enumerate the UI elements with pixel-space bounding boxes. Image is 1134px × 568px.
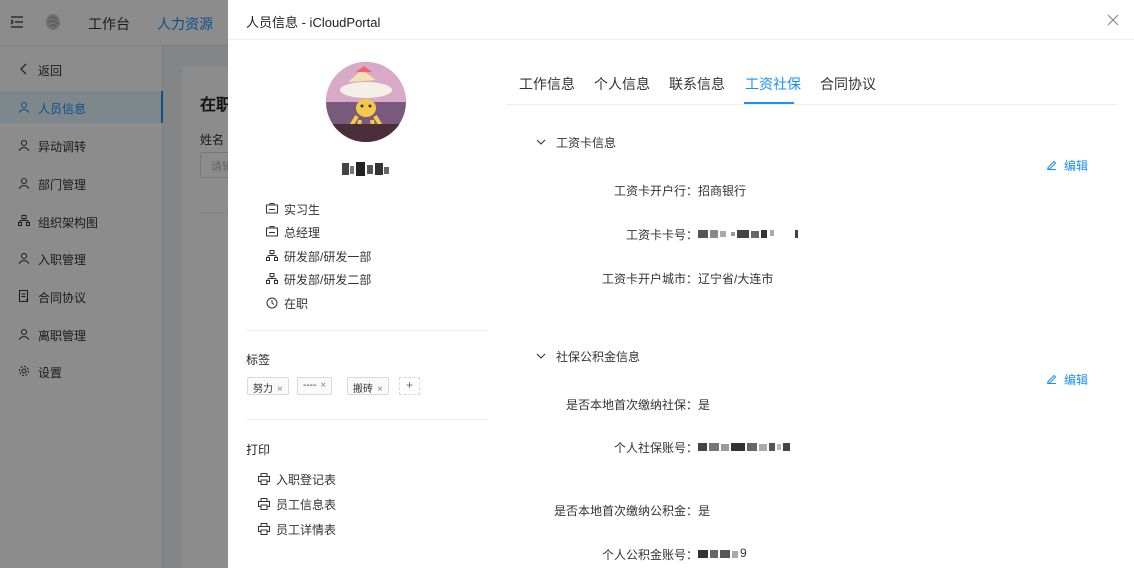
field-value: 辽宁省/大连市 bbox=[698, 272, 774, 286]
add-tag-button[interactable]: + bbox=[399, 377, 420, 395]
department-text: 研发部/研发二部 bbox=[284, 273, 372, 287]
redacted-card-number bbox=[698, 230, 798, 238]
position-text: 实习生 bbox=[284, 203, 321, 217]
tab-salary-social[interactable]: 工资社保 bbox=[745, 74, 801, 94]
title-text: 总经理 bbox=[284, 226, 321, 240]
tab-bar: 工作信息 个人信息 联系信息 工资社保 合同协议 bbox=[506, 62, 1117, 105]
field-label: 工资卡卡号： bbox=[625, 228, 698, 242]
tag[interactable]: 搬砖 × bbox=[347, 377, 389, 395]
section-title: 工资卡信息 bbox=[556, 136, 617, 150]
field-label: 是否本地首次缴纳社保： bbox=[565, 398, 698, 412]
edit-icon bbox=[1047, 160, 1057, 170]
status-text: 在职 bbox=[284, 297, 309, 311]
section-title: 社保公积金信息 bbox=[556, 350, 641, 364]
drawer-title: 人员信息 - iCloudPortal bbox=[246, 15, 381, 30]
edit-label: 编辑 bbox=[1064, 159, 1089, 173]
org-chart-icon bbox=[266, 250, 278, 261]
id-card-icon bbox=[266, 203, 278, 214]
tag-text: 搬砖 bbox=[353, 384, 373, 395]
employee-name-redacted bbox=[342, 162, 389, 176]
field-value: 9 bbox=[740, 546, 747, 560]
divider bbox=[246, 419, 488, 420]
print-label: 打印 bbox=[246, 443, 271, 457]
printer-icon bbox=[258, 498, 270, 510]
department-text: 研发部/研发一部 bbox=[284, 250, 372, 264]
field-value: 招商银行 bbox=[698, 184, 747, 198]
clock-icon bbox=[266, 297, 278, 309]
tags-label: 标签 bbox=[246, 353, 271, 367]
print-item-label: 员工详情表 bbox=[276, 523, 337, 537]
tag-text: 努力 bbox=[253, 384, 273, 395]
tab-personal-info[interactable]: 个人信息 bbox=[594, 74, 650, 94]
field-label: 工资卡开户城市： bbox=[601, 272, 698, 286]
field-label: 个人社保账号： bbox=[613, 441, 698, 455]
close-icon[interactable]: × bbox=[277, 384, 283, 395]
printer-icon bbox=[258, 473, 270, 485]
close-icon[interactable] bbox=[1106, 13, 1120, 27]
tag[interactable]: ---- × bbox=[297, 377, 333, 395]
printer-icon bbox=[258, 523, 270, 535]
divider bbox=[246, 330, 488, 331]
personnel-drawer: 人员信息 - iCloudPortal 实习生 总经理 研发部/研发一部 研发部… bbox=[228, 0, 1134, 568]
drawer-header: 人员信息 - iCloudPortal bbox=[228, 0, 1134, 40]
field-label: 工资卡开户行： bbox=[613, 184, 698, 198]
print-item-label: 员工信息表 bbox=[276, 498, 337, 512]
id-card-icon bbox=[266, 226, 278, 237]
field-label: 个人公积金账号： bbox=[601, 548, 698, 562]
field-value: 是 bbox=[698, 398, 711, 412]
field-label: 是否本地首次缴纳公积金： bbox=[553, 504, 698, 518]
close-icon[interactable]: × bbox=[377, 384, 383, 395]
edit-icon bbox=[1047, 374, 1057, 384]
org-chart-icon bbox=[266, 273, 278, 284]
chevron-down-icon bbox=[536, 353, 546, 359]
close-icon[interactable]: × bbox=[320, 380, 326, 391]
redacted-social-account bbox=[698, 443, 790, 451]
edit-label: 编辑 bbox=[1064, 373, 1089, 387]
tab-contracts[interactable]: 合同协议 bbox=[820, 74, 876, 94]
tab-work-info[interactable]: 工作信息 bbox=[519, 74, 575, 94]
avatar[interactable] bbox=[326, 62, 406, 142]
chevron-down-icon bbox=[536, 139, 546, 145]
tab-contact-info[interactable]: 联系信息 bbox=[669, 74, 725, 94]
active-tab-indicator bbox=[744, 102, 794, 104]
tag[interactable]: 努力 × bbox=[247, 377, 289, 395]
field-value: 是 bbox=[698, 504, 711, 518]
tag-text: ---- bbox=[303, 380, 317, 391]
print-item-label: 入职登记表 bbox=[276, 473, 337, 487]
